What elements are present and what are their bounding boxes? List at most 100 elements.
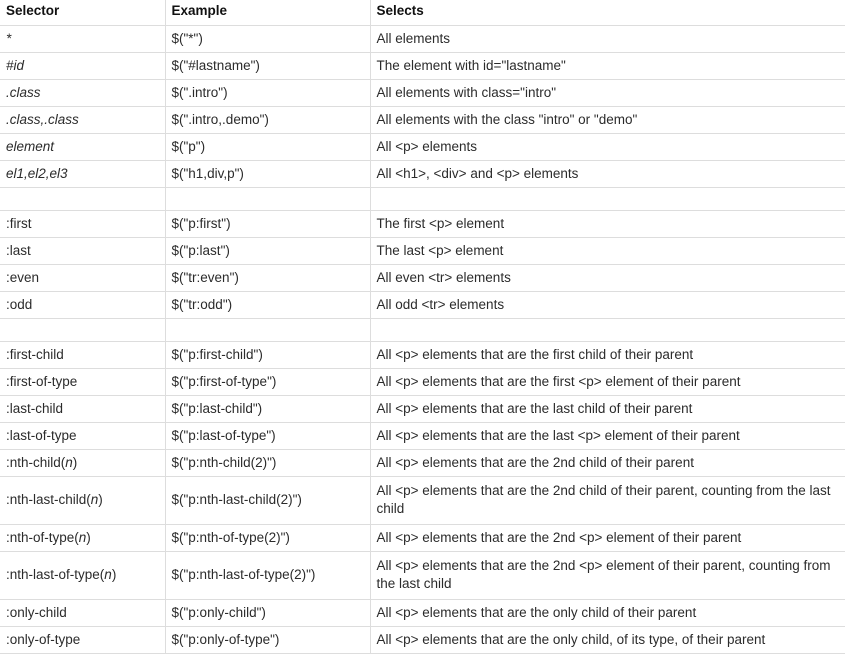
- cell-selects: All elements with class="intro": [369, 79, 845, 107]
- cell-selects: All <p> elements that are the 2nd <p> el…: [369, 551, 845, 600]
- cell-selects: All elements: [369, 25, 845, 53]
- selector-text: *: [6, 31, 12, 46]
- selects-description: All even <tr> elements: [376, 270, 511, 285]
- cell-selector: [0, 318, 165, 342]
- cell-selects: All <p> elements: [369, 133, 845, 161]
- selector-suffix: ): [111, 567, 117, 582]
- example-code: $("p:only-child"): [171, 605, 266, 620]
- cell-selects: The first <p> element: [369, 210, 845, 238]
- selects-description: All odd <tr> elements: [376, 297, 505, 312]
- cell-example: $("p:first-of-type"): [164, 368, 370, 396]
- column-header-selects: Selects: [369, 0, 845, 26]
- cell-selector: :even: [0, 264, 165, 292]
- selector-text: :last-child: [6, 401, 64, 416]
- selector-text: :nth-last-child(: [6, 492, 91, 507]
- cell-selector: :first-child: [0, 341, 165, 369]
- selects-description: All elements with the class "intro" or "…: [376, 112, 638, 127]
- table-row: :nth-last-of-type(n) $("p:nth-last-of-typ…: [0, 551, 845, 600]
- cell-selects: All <p> elements that are the last <p> e…: [369, 422, 845, 450]
- cell-selector: .class: [0, 79, 165, 107]
- table-row: :first-child $("p:first-child") All <p> el…: [0, 341, 845, 369]
- selects-description: All <p> elements that are the 2nd child …: [376, 483, 831, 516]
- cell-selector: :only-of-type: [0, 626, 165, 654]
- cell-selects: All <p> elements that are the 2nd child …: [369, 476, 845, 525]
- selects-description: All <p> elements that are the 2nd <p> el…: [376, 530, 742, 545]
- selector-param: n: [104, 567, 112, 582]
- selector-text: :first-of-type: [6, 374, 78, 389]
- example-code: $("p:nth-last-child(2)"): [171, 492, 302, 507]
- cell-example: $("p:last-of-type"): [164, 422, 370, 450]
- cell-selects: All even <tr> elements: [369, 264, 845, 292]
- example-code: $("p:first-of-type"): [171, 374, 277, 389]
- cell-selector: :first-of-type: [0, 368, 165, 396]
- cell-example: $("*"): [164, 25, 370, 53]
- table-row: :last-child $("p:last-child") All <p> elem…: [0, 395, 845, 423]
- selector-text: :odd: [6, 297, 33, 312]
- table-row: :first $("p:first") The first <p> element: [0, 210, 845, 238]
- table-spacer-row: [0, 318, 845, 342]
- selector-suffix: ): [86, 530, 91, 545]
- cell-selector: el1,el2,el3: [0, 160, 165, 188]
- cell-example: $(".intro"): [164, 79, 370, 107]
- cell-selects: All <p> elements that are the 2nd <p> el…: [369, 524, 845, 552]
- example-code: $("p:first-child"): [171, 347, 263, 362]
- cell-selects: All <p> elements that are the 2nd child …: [369, 449, 845, 477]
- selector-text: :last-of-type: [6, 428, 77, 443]
- cell-example: $("tr:even"): [164, 264, 370, 292]
- cell-selector: :last-of-type: [0, 422, 165, 450]
- selector-suffix: ): [72, 455, 78, 470]
- selector-text: :nth-last-of-type(: [6, 567, 105, 582]
- table-row: .class,.class $(".intro,.demo") All elemen…: [0, 106, 845, 134]
- cell-example: $("p:only-of-type"): [164, 626, 370, 654]
- selects-description: All <p> elements that are the first chil…: [376, 347, 694, 362]
- cell-selector: :last: [0, 237, 165, 265]
- cell-selects: The element with id="lastname": [369, 52, 845, 80]
- selector-text: :first: [6, 216, 32, 231]
- jquery-selectors-table: Selector Example Selects * $("*") All elem…: [0, 0, 845, 654]
- cell-example: $("tr:odd"): [164, 291, 370, 319]
- example-code: $("p:last-of-type"): [171, 428, 276, 443]
- selects-description: All <p> elements that are the only child…: [376, 632, 766, 647]
- selector-text: :last: [6, 243, 31, 258]
- selector-text: :first-child: [6, 347, 64, 362]
- cell-selects: All <p> elements that are the last child…: [369, 395, 845, 423]
- example-code: $("#lastname"): [171, 58, 260, 73]
- selects-description: The first <p> element: [376, 216, 505, 231]
- table-row: :last-of-type $("p:last-of-type") All <p> …: [0, 422, 845, 450]
- cell-selects: All <h1>, <div> and <p> elements: [369, 160, 845, 188]
- cell-example: $("h1,div,p"): [164, 160, 370, 188]
- cell-selector: :odd: [0, 291, 165, 319]
- cell-selects: All elements with the class "intro" or "…: [369, 106, 845, 134]
- example-code: $("*"): [171, 31, 203, 46]
- example-code: $("tr:odd"): [171, 297, 233, 312]
- cell-selector: #id: [0, 52, 165, 80]
- cell-selects: All <p> elements that are the only child…: [369, 626, 845, 654]
- cell-selector: [0, 187, 165, 211]
- selector-text: el1,el2,el3: [6, 166, 68, 181]
- selects-description: All <p> elements that are the only child…: [376, 605, 697, 620]
- selector-text: .class,.class: [6, 112, 79, 127]
- selector-suffix: ): [98, 492, 103, 507]
- selects-description: All <h1>, <div> and <p> elements: [376, 166, 579, 181]
- selects-description: The element with id="lastname": [376, 58, 566, 73]
- cell-selects: All odd <tr> elements: [369, 291, 845, 319]
- table-row: :first-of-type $("p:first-of-type") All <p…: [0, 368, 845, 396]
- column-header-example: Example: [164, 0, 370, 26]
- example-code: $("h1,div,p"): [171, 166, 244, 181]
- table-header: Selector Example Selects: [0, 0, 845, 26]
- table-row: element $("p") All <p> elements: [0, 133, 845, 161]
- cell-selector: :nth-last-of-type(n): [0, 551, 165, 600]
- cell-selector: element: [0, 133, 165, 161]
- selects-description: The last <p> element: [376, 243, 504, 258]
- example-code: $(".intro"): [171, 85, 228, 100]
- selector-text: :even: [6, 270, 40, 285]
- selector-param: n: [65, 455, 73, 470]
- cell-selects: [369, 318, 845, 342]
- cell-example: $("p:nth-last-of-type(2)"): [164, 551, 370, 600]
- example-code: $("p"): [171, 139, 206, 154]
- cell-selector: :nth-child(n): [0, 449, 165, 477]
- table-row: el1,el2,el3 $("h1,div,p") All <h1>, <div> …: [0, 160, 845, 188]
- example-code: $("p:first"): [171, 216, 231, 231]
- cell-example: $("p:first"): [164, 210, 370, 238]
- table-row: :odd $("tr:odd") All odd <tr> elements: [0, 291, 845, 319]
